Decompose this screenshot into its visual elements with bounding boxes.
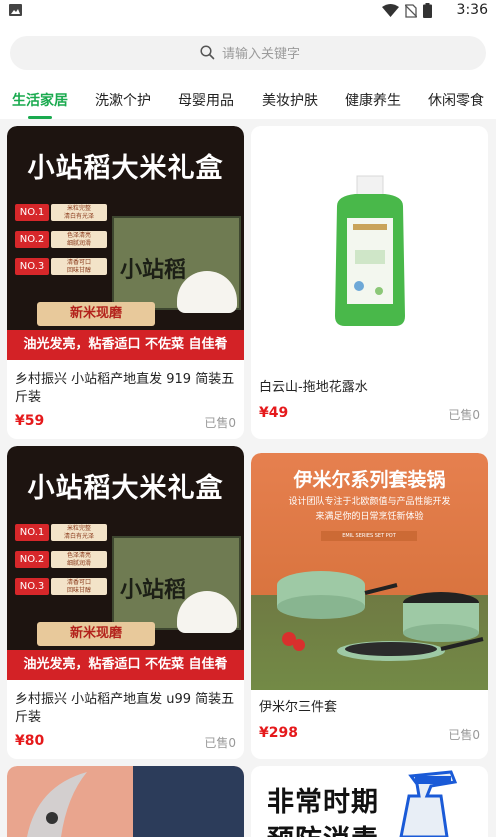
product-price: ¥59 xyxy=(15,413,45,429)
poster-heading: 小站稻大米礼盒 xyxy=(27,473,224,504)
product-title: 伊米尔三件套 xyxy=(259,700,338,715)
product-card[interactable]: 非常时期 预防消毒 xyxy=(251,766,488,837)
product-card[interactable] xyxy=(7,766,244,837)
product-card[interactable]: 白云山-拖地花露水 ¥49 已售0 xyxy=(251,126,488,439)
product-image: 伊米尔系列套装锅 设计团队专注于北欧颜值与产品性能开发 来满足你的日常烹饪新体验… xyxy=(251,453,488,690)
tag-description: 色泽清亮 细腻润滑 xyxy=(51,551,107,568)
box-brand-text: 小站稻 xyxy=(120,577,187,603)
tab-baby-products[interactable]: 母婴用品 xyxy=(178,90,234,110)
clock: 3:36 xyxy=(456,2,488,18)
tag-description: 色泽清亮 细腻润滑 xyxy=(51,231,107,248)
product-title: 乡村振兴 小站稻产地直发 919 简装五斤装 xyxy=(15,372,235,405)
tag-description: 清香可口 回味甘醇 xyxy=(51,258,107,275)
tab-snacks[interactable]: 休闲零食 xyxy=(428,90,484,110)
product-title: 白云山-拖地花露水 xyxy=(259,380,368,395)
floral-water-bottle-image xyxy=(335,175,405,326)
product-image xyxy=(7,766,244,837)
tag-description: 米粒完整 清白有光泽 xyxy=(51,204,107,221)
product-price: ¥298 xyxy=(259,725,298,741)
tag-description: 清香可口 回味甘醇 xyxy=(51,578,107,595)
search-bar[interactable] xyxy=(10,36,486,70)
spray-bottle-image xyxy=(399,770,458,837)
product-card[interactable]: 小站稻大米礼盒 NO.1 米粒完整 清白有光泽 NO.2 色泽清亮 细腻润滑 N… xyxy=(7,126,244,439)
tab-health-wellness[interactable]: 健康养生 xyxy=(345,90,401,110)
product-title: 乡村振兴 小站稻产地直发 u99 简装五斤装 xyxy=(15,692,235,725)
poster-ribbon: 新米现磨 xyxy=(37,622,155,646)
product-sold-count: 已售0 xyxy=(448,408,480,422)
battery-icon xyxy=(423,3,432,18)
tag-number: NO.3 xyxy=(15,578,49,595)
tag-number: NO.1 xyxy=(15,204,49,221)
image-notification-icon xyxy=(9,4,22,16)
glass-lid-image xyxy=(7,766,244,837)
cookware-set-image xyxy=(277,571,484,661)
product-price: ¥49 xyxy=(259,405,289,421)
tab-beauty-skincare[interactable]: 美妆护肤 xyxy=(262,90,318,110)
tag-number: NO.2 xyxy=(15,551,49,568)
product-image: 小站稻大米礼盒 NO.1 米粒完整 清白有光泽 NO.2 色泽清亮 细腻润滑 N… xyxy=(7,126,244,360)
tag-number: NO.2 xyxy=(15,231,49,248)
status-bar: 3:36 xyxy=(0,0,496,22)
search-input[interactable] xyxy=(220,42,424,66)
product-price: ¥80 xyxy=(15,733,45,749)
box-brand-text: 小站稻 xyxy=(120,257,187,283)
product-image xyxy=(251,126,488,360)
tab-life-home[interactable]: 生活家居 xyxy=(12,90,68,110)
poster-slogan: 油光发亮，粘香适口 不佐菜 自佳肴 xyxy=(7,650,244,680)
wifi-icon xyxy=(382,4,399,17)
search-icon xyxy=(200,45,215,60)
product-image: 非常时期 预防消毒 xyxy=(251,766,488,837)
product-card[interactable]: 小站稻大米礼盒 NO.1 米粒完整 清白有光泽 NO.2 色泽清亮 细腻润滑 N… xyxy=(7,446,244,759)
product-sold-count: 已售0 xyxy=(204,736,236,750)
tag-description: 米粒完整 清白有光泽 xyxy=(51,524,107,541)
product-image: 小站稻大米礼盒 NO.1 米粒完整 清白有光泽 NO.2 色泽清亮 细腻润滑 N… xyxy=(7,446,244,680)
poster-slogan: 油光发亮，粘香适口 不佐菜 自佳肴 xyxy=(7,330,244,360)
product-card[interactable]: 伊米尔系列套装锅 设计团队专注于北欧颜值与产品性能开发 来满足你的日常烹饪新体验… xyxy=(251,453,488,759)
product-sold-count: 已售0 xyxy=(204,416,236,430)
active-tab-indicator xyxy=(28,116,52,119)
tab-personal-care[interactable]: 洗漱个护 xyxy=(95,90,151,110)
poster-heading: 小站稻大米礼盒 xyxy=(27,153,224,184)
tag-number: NO.1 xyxy=(15,524,49,541)
poster-ribbon: 新米现磨 xyxy=(37,302,155,326)
product-sold-count: 已售0 xyxy=(448,728,480,742)
tag-number: NO.3 xyxy=(15,258,49,275)
category-tabs: 生活家居 洗漱个护 母婴用品 美妆护肤 健康养生 休闲零食 xyxy=(0,86,496,119)
header: 生活家居 洗漱个护 母婴用品 美妆护肤 健康养生 休闲零食 xyxy=(0,22,496,119)
no-sim-icon xyxy=(405,3,417,18)
